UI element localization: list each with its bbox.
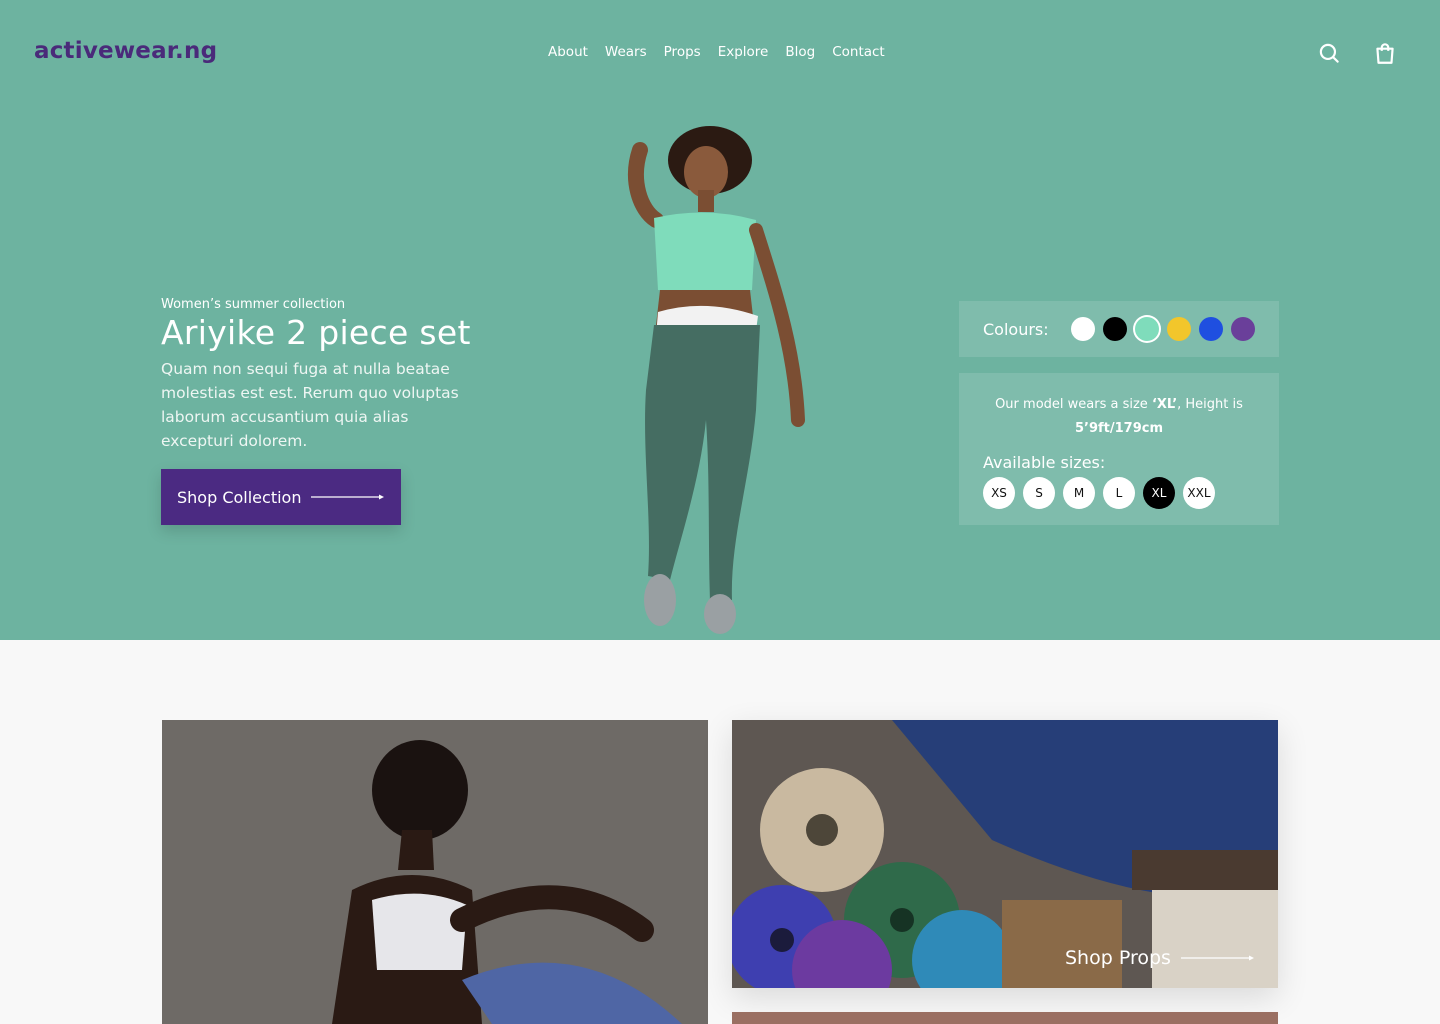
category-card-community[interactable] xyxy=(732,1012,1278,1024)
model-note-height: 5’9ft/179cm xyxy=(1074,421,1164,436)
brand-logo[interactable]: activewear.ng xyxy=(34,38,217,64)
colour-swatch-mint[interactable] xyxy=(1134,317,1159,341)
shop-props-label: Shop Props xyxy=(1065,947,1171,969)
arrow-right-icon xyxy=(311,494,385,500)
nav-blog[interactable]: Blog xyxy=(785,44,815,60)
model-image xyxy=(628,126,805,634)
hero-section: activewear.ng About Wears Props Explore … xyxy=(0,0,1440,640)
colours-label: Colours: xyxy=(983,319,1049,339)
sizes-panel: Our model wears a size ‘XL’, Height is 5… xyxy=(959,373,1279,525)
colours-panel: Colours: xyxy=(959,301,1279,357)
model-note: Our model wears a size ‘XL’, Height is 5… xyxy=(959,393,1279,441)
model-note-mid: , Height is xyxy=(1177,397,1243,412)
model-note-prefix: Our model wears a size xyxy=(995,397,1152,412)
colour-swatch-white[interactable] xyxy=(1070,317,1095,341)
size-option-s[interactable]: S xyxy=(1023,477,1055,509)
size-option-xl[interactable]: XL xyxy=(1143,477,1175,509)
nav-props[interactable]: Props xyxy=(664,44,701,60)
shopping-bag-icon[interactable] xyxy=(1372,40,1398,66)
size-options: XS S M L XL XXL xyxy=(983,477,1215,509)
colour-swatch-blue[interactable] xyxy=(1198,317,1223,341)
category-card-wears[interactable] xyxy=(162,720,708,1024)
nav-explore[interactable]: Explore xyxy=(718,44,769,60)
arrow-right-icon xyxy=(1180,955,1254,961)
sizes-label: Available sizes: xyxy=(983,453,1106,472)
category-image-wears xyxy=(162,720,708,1024)
nav-wears[interactable]: Wears xyxy=(605,44,647,60)
search-icon[interactable] xyxy=(1316,40,1342,66)
category-card-props[interactable]: Shop Props xyxy=(732,720,1278,988)
colour-swatch-black[interactable] xyxy=(1102,317,1127,341)
shop-collection-button[interactable]: Shop Collection xyxy=(161,469,401,525)
collection-eyebrow: Women’s summer collection xyxy=(161,297,346,312)
model-note-size: ‘XL’ xyxy=(1151,397,1178,412)
main-nav: About Wears Props Explore Blog Contact xyxy=(548,44,885,60)
size-option-m[interactable]: M xyxy=(1063,477,1095,509)
product-title: Ariyike 2 piece set xyxy=(161,313,471,352)
size-option-xxl[interactable]: XXL xyxy=(1183,477,1215,509)
nav-contact[interactable]: Contact xyxy=(832,44,885,60)
colour-swatch-purple[interactable] xyxy=(1230,317,1255,341)
size-option-l[interactable]: L xyxy=(1103,477,1135,509)
shop-collection-label: Shop Collection xyxy=(177,487,302,507)
size-option-xs[interactable]: XS xyxy=(983,477,1015,509)
nav-about[interactable]: About xyxy=(548,44,588,60)
product-description: Quam non sequi fuga at nulla beatae mole… xyxy=(161,360,459,450)
colour-swatch-yellow[interactable] xyxy=(1166,317,1191,341)
shop-props-link[interactable]: Shop Props xyxy=(1065,947,1255,969)
